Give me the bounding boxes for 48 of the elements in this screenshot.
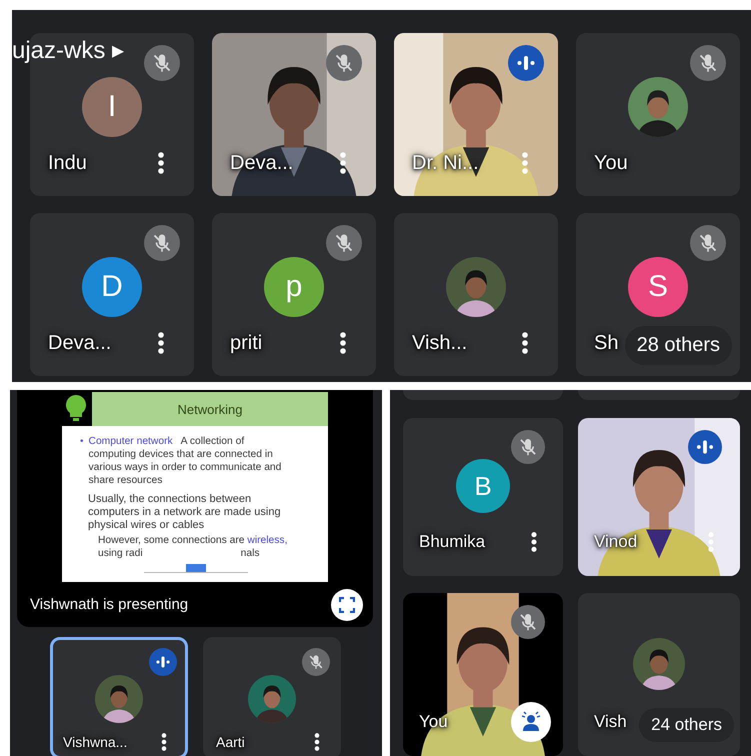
more-icon[interactable] [340, 332, 346, 354]
slide-text: using radi [98, 547, 143, 560]
participant-tile[interactable]: B Bhumika [403, 418, 563, 576]
participant-name: Sh [594, 332, 618, 354]
participant-name: Indu [48, 152, 87, 174]
participant-tile[interactable]: D Deva... [30, 213, 194, 376]
avatar: B [456, 459, 510, 513]
person-effects-icon [520, 711, 542, 733]
participant-tile[interactable]: You [576, 33, 740, 196]
fullscreen-button[interactable] [331, 588, 363, 620]
slide-text: nals [240, 547, 260, 560]
more-icon[interactable] [522, 332, 528, 354]
more-icon[interactable] [161, 733, 167, 751]
participant-tile[interactable]: Vishwna... [50, 637, 188, 756]
participant-name: Deva... [48, 332, 112, 354]
more-icon[interactable] [314, 733, 320, 751]
slide-title: Networking [177, 402, 243, 416]
participant-name: Bhumika [419, 532, 486, 552]
fullscreen-icon [339, 596, 355, 612]
more-icon[interactable] [340, 152, 346, 174]
participant-name: Vishwna... [63, 734, 128, 750]
avatar: p [264, 256, 324, 316]
participant-tile[interactable]: p priti [212, 213, 376, 376]
avatar: S [628, 256, 688, 316]
participant-tile[interactable]: Vish... [394, 213, 558, 376]
participant-tile[interactable]: S Sh 28 others [576, 213, 740, 376]
others-badge[interactable]: 24 others [639, 708, 734, 742]
participant-tile[interactable]: Aarti [203, 637, 341, 756]
slide-text: However, some connections are wireless, [98, 534, 288, 547]
avatar: I [82, 76, 142, 136]
slide-text: Computer network A collection of computing devices that are connected in various ways in order to communicate and share resources [88, 435, 282, 487]
more-icon[interactable] [158, 152, 164, 174]
participant-name: You [594, 152, 628, 174]
more-icon[interactable] [158, 332, 164, 354]
participant-name: priti [230, 332, 262, 354]
participant-tile[interactable]: Vish 24 others [578, 593, 740, 756]
participant-name: Vish [594, 712, 627, 732]
participant-name: Aarti [216, 734, 245, 750]
slide-text: Usually, the connections between computers in a network are made using physical wires or cables [88, 493, 282, 532]
avatar: D [82, 256, 142, 316]
participant-tile[interactable]: Deva... [212, 33, 376, 196]
bullet: • [80, 435, 84, 449]
presenter-caption: Vishwnath is presenting [30, 596, 188, 613]
others-badge[interactable]: 28 others [624, 326, 732, 365]
lightbulb-icon [66, 395, 86, 421]
more-icon[interactable] [531, 532, 537, 552]
participant-name: Vish... [412, 332, 468, 354]
participant-name: Deva... [230, 152, 294, 174]
